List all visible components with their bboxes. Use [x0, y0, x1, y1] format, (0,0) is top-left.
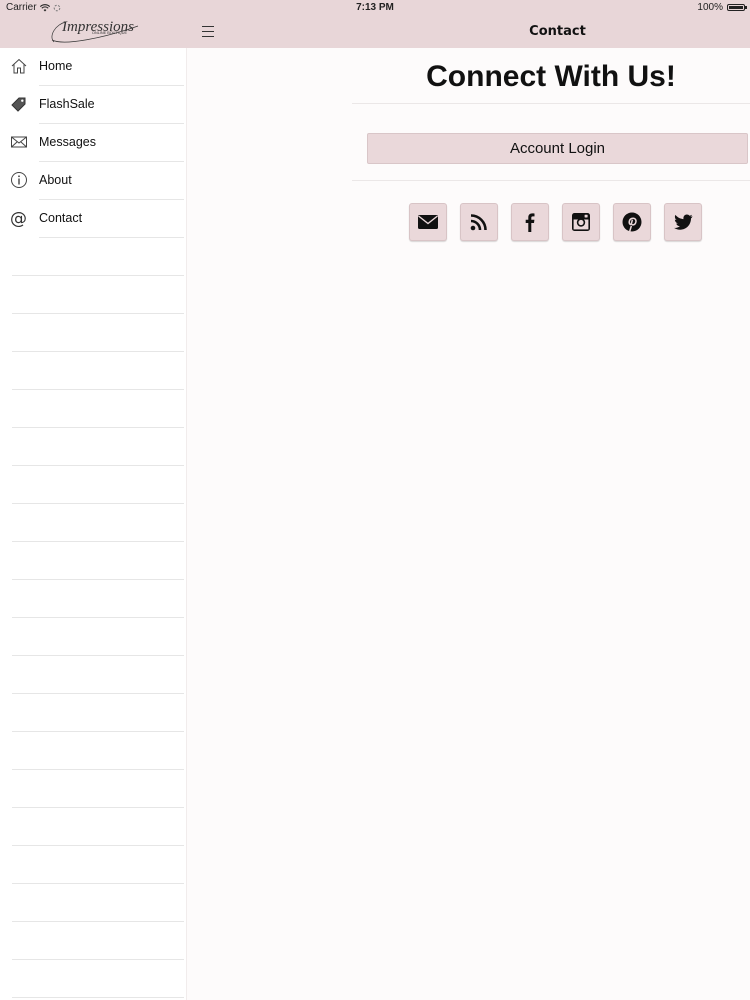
empty-rows — [0, 238, 186, 998]
empty-sidebar-row — [0, 618, 186, 656]
empty-sidebar-row — [0, 846, 186, 884]
page-heading: Connect With Us! — [426, 60, 676, 93]
menu-button[interactable] — [198, 22, 218, 42]
sidebar-item-label: Home — [39, 59, 73, 73]
empty-sidebar-row — [0, 770, 186, 808]
status-bar: Carrier 7:13 PM 100% — [0, 0, 750, 16]
info-icon — [11, 172, 27, 188]
at-icon: @ — [10, 209, 27, 227]
sidebar: Home FlashSale Messages About @ Contact — [0, 48, 187, 1000]
empty-sidebar-row — [0, 238, 186, 276]
empty-sidebar-row — [0, 580, 186, 618]
empty-sidebar-row — [0, 694, 186, 732]
social-buttons — [409, 203, 702, 241]
email-button[interactable] — [409, 203, 447, 241]
twitter-icon — [674, 214, 693, 230]
sidebar-item-label: Contact — [39, 211, 83, 225]
empty-sidebar-row — [0, 466, 186, 504]
hamburger-icon — [202, 26, 214, 27]
empty-sidebar-row — [0, 390, 186, 428]
divider — [352, 180, 750, 181]
svg-text:@: @ — [10, 209, 27, 227]
rss-button[interactable] — [460, 203, 498, 241]
battery-group: 100% — [697, 2, 747, 13]
sidebar-item-messages[interactable]: Messages — [0, 124, 186, 162]
pinterest-icon — [622, 212, 642, 233]
empty-sidebar-row — [0, 960, 186, 998]
empty-sidebar-row — [0, 428, 186, 466]
clock: 7:13 PM — [356, 2, 394, 13]
sidebar-item-contact[interactable]: @ Contact — [0, 200, 186, 238]
nav-bar: Impressions ONLINE BOUTIQUE Contact — [0, 16, 750, 48]
battery-percent: 100% — [697, 2, 723, 13]
tag-icon — [11, 97, 26, 112]
facebook-icon — [525, 213, 535, 232]
empty-sidebar-row — [0, 352, 186, 390]
empty-sidebar-row — [0, 542, 186, 580]
envelope-icon — [11, 136, 27, 148]
main-content: Connect With Us! Account Login — [352, 48, 750, 1000]
divider — [12, 997, 184, 998]
empty-sidebar-row — [0, 276, 186, 314]
facebook-button[interactable] — [511, 203, 549, 241]
empty-sidebar-row — [0, 732, 186, 770]
email-icon — [418, 215, 438, 229]
sidebar-item-label: FlashSale — [39, 97, 95, 111]
rss-icon — [470, 214, 487, 231]
logo-subtext: ONLINE BOUTIQUE — [92, 31, 127, 35]
divider — [352, 103, 750, 104]
hamburger-line — [202, 36, 214, 37]
sidebar-item-label: About — [39, 173, 72, 187]
sidebar-item-about[interactable]: About — [0, 162, 186, 200]
sidebar-item-home[interactable]: Home — [0, 48, 186, 86]
empty-sidebar-row — [0, 808, 186, 846]
hamburger-line — [202, 31, 214, 32]
sidebar-item-label: Messages — [39, 135, 96, 149]
home-icon — [11, 58, 27, 74]
battery-icon — [727, 4, 747, 11]
twitter-button[interactable] — [664, 203, 702, 241]
sidebar-item-flashsale[interactable]: FlashSale — [0, 86, 186, 124]
account-login-button[interactable]: Account Login — [367, 133, 748, 164]
empty-sidebar-row — [0, 314, 186, 352]
empty-sidebar-row — [0, 922, 186, 960]
instagram-icon — [572, 213, 590, 231]
page-title: Contact — [529, 24, 586, 39]
impressions-logo: Impressions ONLINE BOUTIQUE — [51, 19, 139, 43]
instagram-button[interactable] — [562, 203, 600, 241]
empty-sidebar-row — [0, 884, 186, 922]
empty-sidebar-row — [0, 656, 186, 694]
empty-sidebar-row — [0, 504, 186, 542]
pinterest-button[interactable] — [613, 203, 651, 241]
